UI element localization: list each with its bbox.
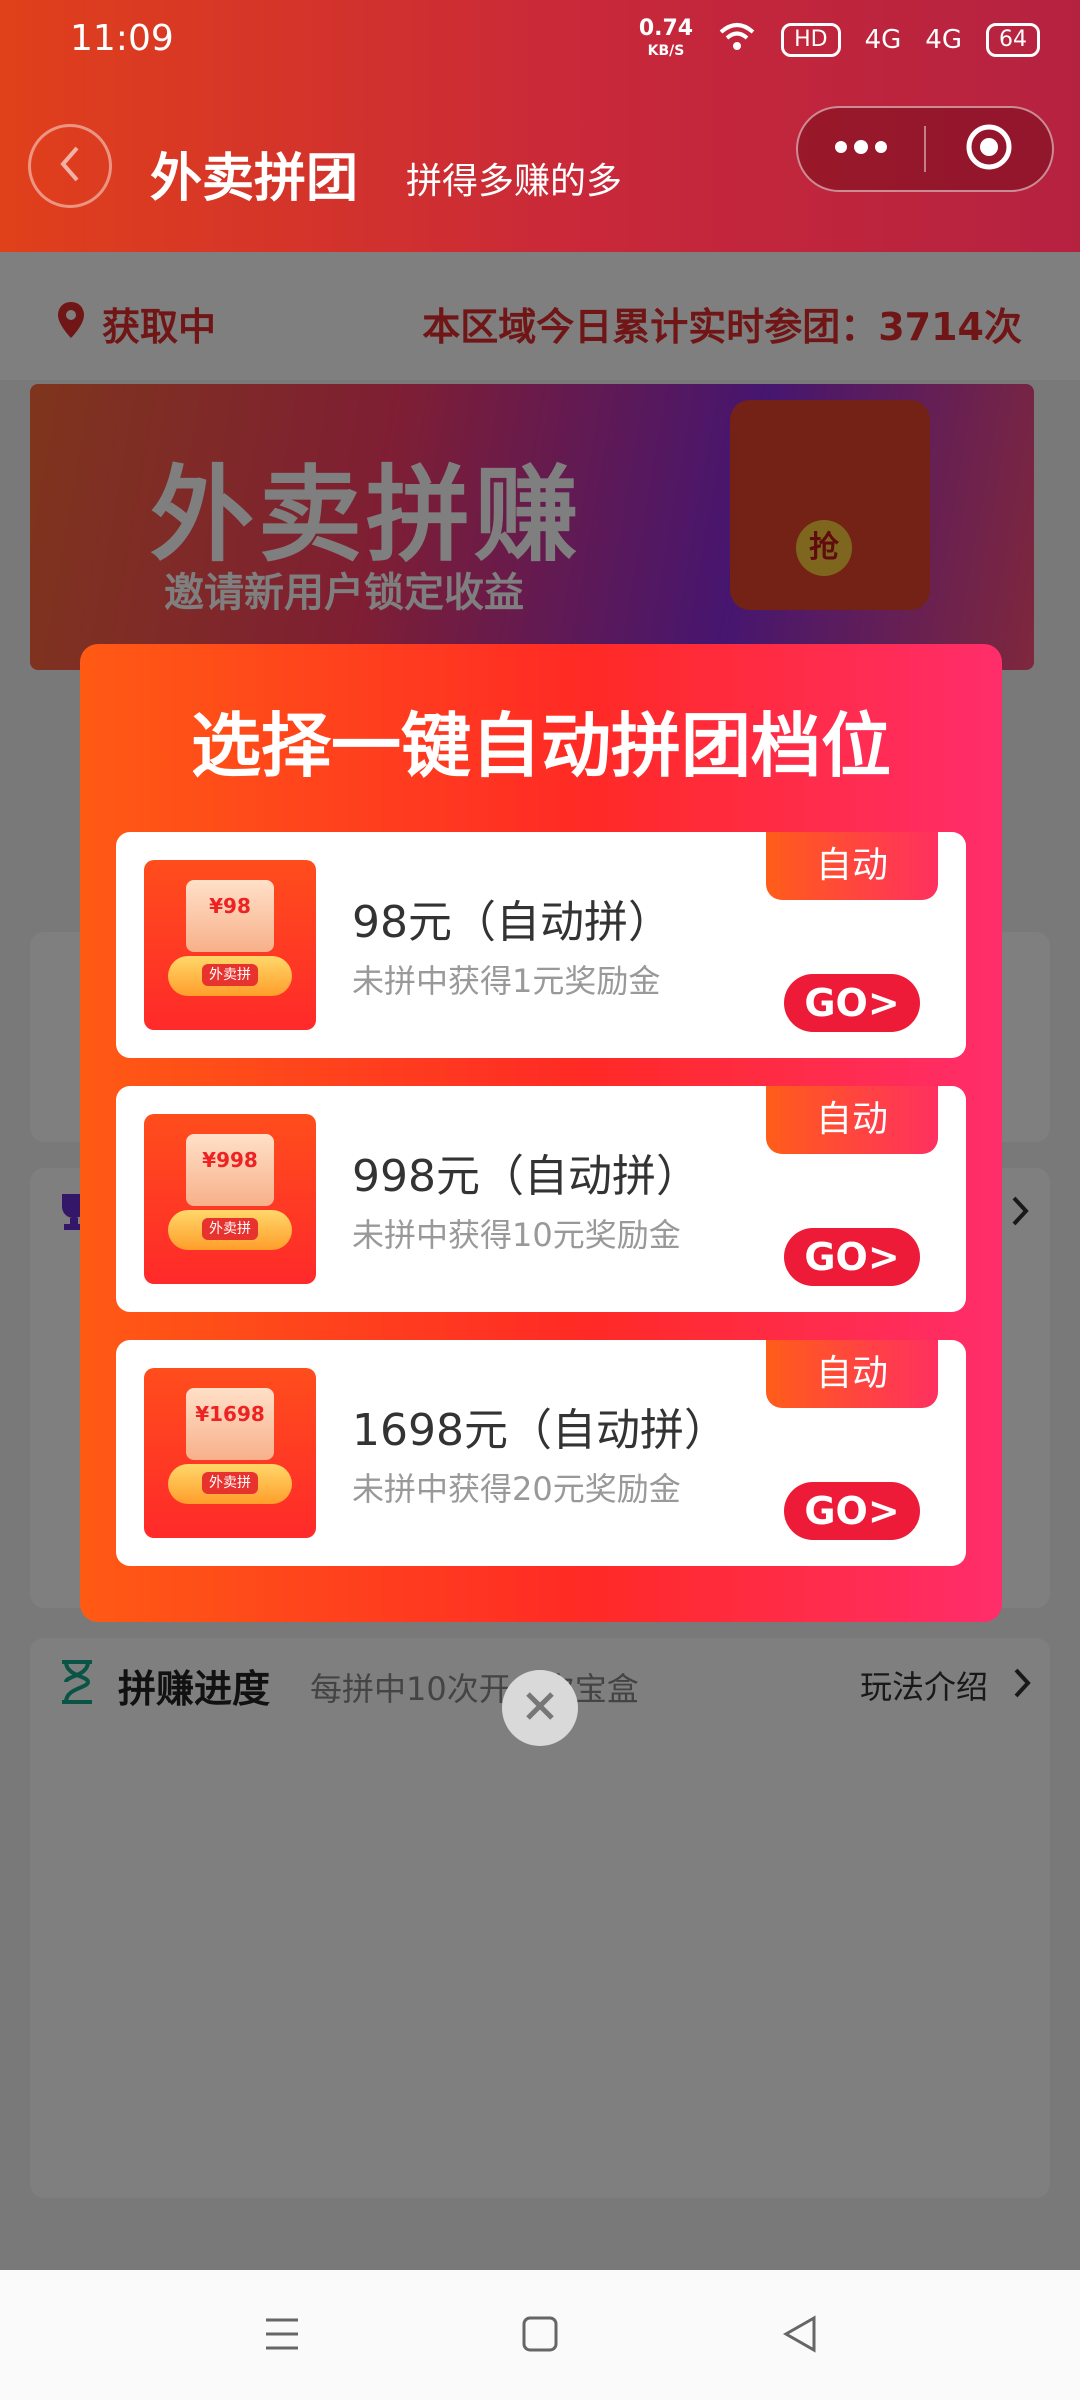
auto-tag: 自动	[766, 1086, 938, 1154]
tier-option[interactable]: ¥998 外卖拼 998元（自动拼） 未拼中获得10元奖励金 自动 GO>	[116, 1086, 966, 1312]
tier-name: 1698元（自动拼）	[352, 1405, 728, 1456]
more-button[interactable]	[798, 108, 924, 190]
thumb-price: ¥98	[186, 880, 274, 952]
go-button[interactable]: GO>	[784, 974, 920, 1032]
target-icon	[964, 122, 1014, 176]
thumb-label: 外卖拼	[202, 1218, 258, 1240]
mini-program-capsule	[796, 106, 1054, 192]
thumb-label: 外卖拼	[202, 1472, 258, 1494]
page-title: 外卖拼团	[150, 149, 359, 209]
status-icons: 0.74 KB/S HD 4G 4G 64	[639, 18, 1040, 62]
more-dots-icon	[833, 139, 889, 159]
go-button[interactable]: GO>	[784, 1482, 920, 1540]
red-packet-icon: ¥98 外卖拼	[144, 860, 316, 1030]
battery-icon: 64	[986, 23, 1040, 57]
modal-close-button[interactable]	[502, 1670, 578, 1746]
hd-badge: HD	[781, 23, 841, 57]
exit-button[interactable]	[926, 108, 1052, 190]
close-icon	[522, 1688, 558, 1728]
thumb-price: ¥998	[186, 1134, 274, 1206]
signal-2-icon: 4G	[925, 25, 962, 55]
signal-1-icon: 4G	[864, 25, 902, 55]
auto-tag: 自动	[766, 832, 938, 900]
tier-desc: 未拼中获得10元奖励金	[352, 1216, 681, 1254]
home-icon[interactable]	[520, 2314, 560, 2358]
tier-option[interactable]: ¥1698 外卖拼 1698元（自动拼） 未拼中获得20元奖励金 自动 GO>	[116, 1340, 966, 1566]
auto-tag: 自动	[766, 1340, 938, 1408]
go-button[interactable]: GO>	[784, 1228, 920, 1286]
back-nav-icon[interactable]	[780, 2314, 820, 2358]
back-arrow-icon	[55, 144, 85, 188]
tier-option[interactable]: ¥98 外卖拼 98元（自动拼） 未拼中获得1元奖励金 自动 GO>	[116, 832, 966, 1058]
back-button[interactable]	[28, 124, 112, 208]
menu-icon[interactable]	[262, 2314, 302, 2358]
tier-name: 98元（自动拼）	[352, 897, 672, 948]
status-time: 11:09	[70, 18, 174, 59]
tier-name: 998元（自动拼）	[352, 1151, 700, 1202]
net-speed: 0.74 KB/S	[638, 16, 694, 60]
tier-desc: 未拼中获得1元奖励金	[352, 962, 661, 1000]
modal-title: 选择一键自动拼团档位	[191, 705, 891, 787]
thumb-price: ¥1698	[186, 1388, 274, 1460]
page-subtitle: 拼得多赚的多	[406, 161, 623, 202]
wifi-icon	[717, 22, 757, 59]
red-packet-icon: ¥998 外卖拼	[144, 1114, 316, 1284]
tier-desc: 未拼中获得20元奖励金	[352, 1470, 681, 1508]
red-packet-icon: ¥1698 外卖拼	[144, 1368, 316, 1538]
thumb-label: 外卖拼	[202, 964, 258, 986]
